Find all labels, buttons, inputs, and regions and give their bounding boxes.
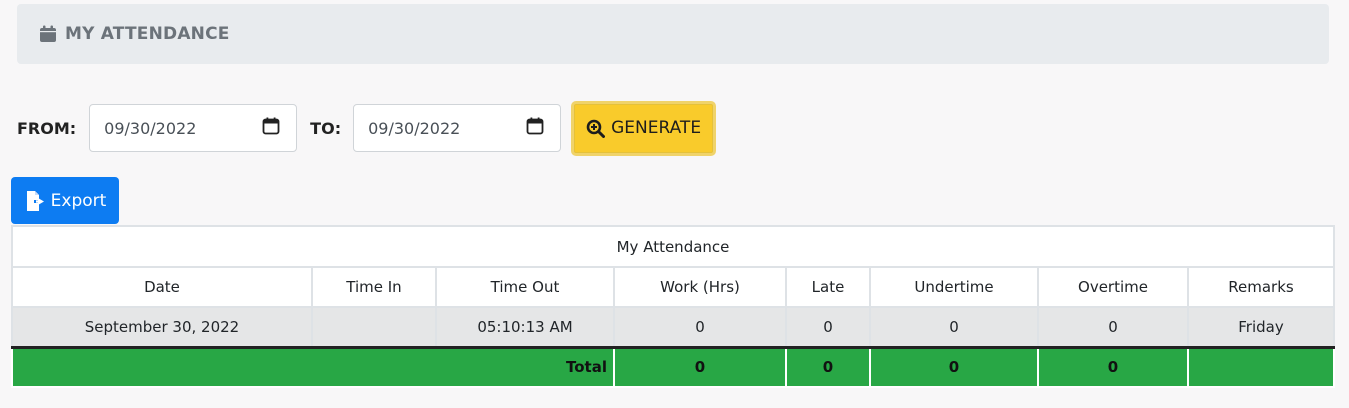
- calendar-icon: [39, 25, 57, 43]
- cell-late: 0: [785, 306, 871, 348]
- total-label: Total: [11, 345, 615, 388]
- cell-work-hrs: 0: [613, 306, 787, 348]
- column-header: Late: [785, 266, 871, 308]
- table-header-row: Date Time In Time Out Work (Hrs) Late Un…: [11, 266, 1335, 308]
- to-date-value: 09/30/2022: [368, 118, 461, 138]
- cell-time-out: 05:10:13 AM: [435, 306, 615, 348]
- attendance-table: My Attendance Date Time In Time Out Work…: [11, 225, 1335, 388]
- calendar-picker-icon[interactable]: [262, 117, 280, 139]
- total-row: Total 0 0 0 0: [11, 345, 1335, 388]
- cell-undertime: 0: [869, 306, 1039, 348]
- cell-overtime: 0: [1037, 306, 1189, 348]
- export-label: Export: [50, 190, 107, 211]
- total-undertime: 0: [869, 345, 1039, 388]
- cell-date: September 30, 2022: [11, 306, 313, 348]
- from-label: FROM:: [17, 118, 77, 138]
- table-row: September 30, 2022 05:10:13 AM 0 0 0 0 F…: [11, 306, 1335, 348]
- file-export-icon: [24, 190, 46, 212]
- table-caption: My Attendance: [11, 225, 1335, 268]
- cell-remarks: Friday: [1187, 306, 1335, 348]
- cell-time-in: [311, 306, 437, 348]
- search-plus-icon: [586, 119, 606, 138]
- column-header: Overtime: [1037, 266, 1189, 308]
- to-date-input[interactable]: 09/30/2022: [353, 104, 562, 152]
- total-overtime: 0: [1037, 345, 1189, 388]
- page-title: MY ATTENDANCE: [65, 24, 230, 44]
- page-header: MY ATTENDANCE: [17, 4, 1329, 64]
- export-button[interactable]: Export: [11, 177, 119, 224]
- column-header: Undertime: [869, 266, 1039, 308]
- column-header: Work (Hrs): [613, 266, 787, 308]
- total-late: 0: [785, 345, 871, 388]
- column-header: Date: [11, 266, 313, 308]
- to-label: TO:: [310, 118, 342, 138]
- generate-label: GENERATE: [611, 118, 702, 138]
- total-remarks: [1187, 345, 1335, 388]
- total-work-hrs: 0: [613, 345, 787, 388]
- generate-button[interactable]: GENERATE: [571, 100, 717, 156]
- from-date-value: 09/30/2022: [104, 118, 197, 138]
- column-header: Time In: [311, 266, 437, 308]
- column-header: Remarks: [1187, 266, 1335, 308]
- column-header: Time Out: [435, 266, 615, 308]
- date-filter: FROM: 09/30/2022 TO: 09/30/2022 GENERATE: [17, 100, 717, 156]
- from-date-input[interactable]: 09/30/2022: [89, 104, 298, 152]
- calendar-picker-icon[interactable]: [526, 117, 544, 139]
